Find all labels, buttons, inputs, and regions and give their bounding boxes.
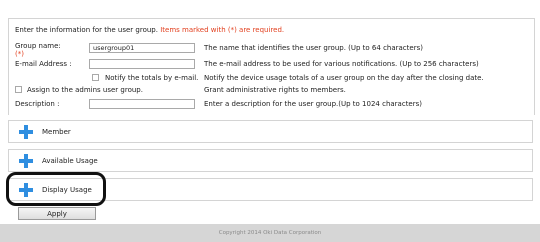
description-input[interactable] <box>89 99 195 109</box>
notify-checkbox[interactable] <box>92 74 99 81</box>
description-help: Enter a description for the user group.(… <box>204 100 422 108</box>
plus-icon <box>19 125 33 139</box>
required-mark: (*) <box>15 50 24 58</box>
notify-description: Notify the device usage totals of a user… <box>204 74 484 82</box>
group-name-description: The name that identifies the user group.… <box>204 44 423 52</box>
intro-required-note: Items marked with (*) are required. <box>160 26 285 34</box>
footer-copyright: Copyright 2014 Oki Data Corporation <box>0 224 540 242</box>
assign-admin-description: Grant administrative rights to members. <box>204 86 346 94</box>
section-available-usage-label: Available Usage <box>42 157 98 165</box>
plus-icon <box>19 154 33 168</box>
notify-label: Notify the totals by e-mail. <box>105 74 199 82</box>
section-available-usage[interactable]: Available Usage <box>8 149 533 172</box>
email-label: E-mail Address : <box>15 60 72 68</box>
section-display-usage[interactable]: Display Usage <box>8 178 533 201</box>
plus-icon <box>19 183 33 197</box>
group-name-label: Group name: (*) <box>15 42 61 58</box>
description-label: Description : <box>15 100 60 108</box>
apply-button[interactable]: Apply <box>18 207 96 220</box>
section-member[interactable]: Member <box>8 120 533 143</box>
section-member-label: Member <box>42 128 71 136</box>
intro-text: Enter the information for the user group… <box>15 26 158 34</box>
user-group-form: Enter the information for the user group… <box>8 18 535 115</box>
section-display-usage-label: Display Usage <box>42 186 92 194</box>
form-intro: Enter the information for the user group… <box>15 26 284 34</box>
assign-admin-label: Assign to the admins user group. <box>27 86 143 94</box>
email-description: The e-mail address to be used for variou… <box>204 60 479 68</box>
email-field[interactable] <box>89 59 195 69</box>
assign-admin-checkbox[interactable] <box>15 86 22 93</box>
group-name-input[interactable] <box>89 43 195 53</box>
